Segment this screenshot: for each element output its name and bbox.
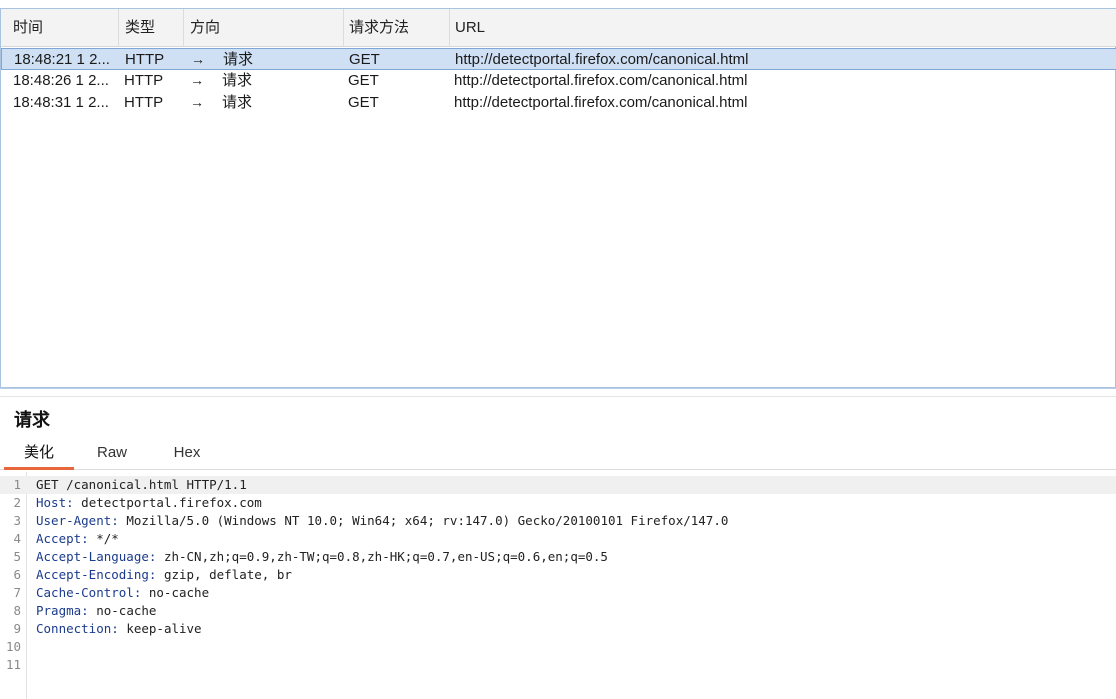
line-number: 1 [13, 477, 21, 492]
detail-tabs: 美化 Raw Hex [0, 440, 1116, 470]
cell-url: http://detectportal.firefox.com/canonica… [454, 94, 748, 111]
header-value: no-cache [141, 585, 210, 600]
header-value: zh-CN,zh;q=0.9,zh-TW;q=0.8,zh-HK;q=0.7,e… [156, 549, 608, 564]
code-line[interactable]: 10 [0, 638, 1116, 656]
code-line[interactable]: 4 Accept: */* [0, 530, 1116, 548]
column-header-method[interactable]: 请求方法 [344, 9, 450, 47]
cell-type: HTTP [124, 94, 164, 111]
direction-label: 请求 [222, 94, 253, 111]
header-value: no-cache [88, 603, 157, 618]
table-row[interactable]: 18:48:21 1 2... HTTP → 请求 GET http://dete… [1, 48, 1116, 70]
table-row[interactable]: 18:48:26 1 2... HTTP → 请求 GET http://dete… [1, 70, 1116, 92]
detail-title: 请求 [14, 410, 50, 430]
tab-pretty[interactable]: 美化 [4, 440, 74, 470]
header-key: Cache-Control: [36, 585, 142, 600]
arrow-right-icon: → [190, 94, 204, 110]
header-value: */* [88, 531, 119, 546]
tab-raw[interactable]: Raw [84, 440, 140, 468]
cell-time: 18:48:31 1 2... [13, 94, 109, 111]
line-number: 3 [13, 513, 21, 528]
table-body: 18:48:21 1 2... HTTP → 请求 GET http://dete… [1, 48, 1116, 114]
cell-time: 18:48:21 1 2... [14, 51, 110, 68]
header-key: Accept-Language: [36, 549, 157, 564]
table-header: 时间 类型 方向 请求方法 URL [1, 9, 1116, 47]
code-line[interactable]: 9 Connection: keep-alive [0, 620, 1116, 638]
pane-splitter[interactable] [0, 388, 1116, 397]
header-key: Connection: [36, 621, 119, 636]
header-key: Pragma: [36, 603, 89, 618]
direction-label: 请求 [222, 72, 253, 89]
header-key: Accept-Encoding: [36, 567, 157, 582]
code-line[interactable]: 7 Cache-Control: no-cache [0, 584, 1116, 602]
header-value: GET /canonical.html HTTP/1.1 [36, 477, 247, 492]
cell-time: 18:48:26 1 2... [13, 72, 109, 89]
header-key: User-Agent: [36, 513, 119, 528]
line-number: 6 [13, 567, 21, 582]
code-line[interactable]: 3 User-Agent: Mozilla/5.0 (Windows NT 10.… [0, 512, 1116, 530]
line-number: 7 [13, 585, 21, 600]
cell-method: GET [348, 94, 379, 111]
line-number: 2 [13, 495, 21, 510]
cell-method: GET [348, 72, 379, 89]
cell-direction: → 请求 [190, 92, 340, 114]
cell-type: HTTP [124, 72, 164, 89]
line-number: 10 [5, 639, 21, 654]
cell-direction: → 请求 [191, 49, 341, 71]
column-header-url[interactable]: URL [450, 9, 1116, 47]
arrow-right-icon: → [191, 51, 205, 67]
code-line[interactable]: 2 Host: detectportal.firefox.com [0, 494, 1116, 512]
line-number: 4 [13, 531, 21, 546]
line-number: 5 [13, 549, 21, 564]
header-value: gzip, deflate, br [156, 567, 292, 582]
cell-url: http://detectportal.firefox.com/canonica… [454, 72, 748, 89]
cell-url: http://detectportal.firefox.com/canonica… [455, 51, 749, 68]
header-key: Host: [36, 495, 74, 510]
column-header-direction[interactable]: 方向 [184, 9, 344, 47]
cell-method: GET [349, 51, 380, 68]
cell-type: HTTP [125, 51, 165, 68]
table-row[interactable]: 18:48:31 1 2... HTTP → 请求 GET http://dete… [1, 92, 1116, 114]
request-editor[interactable]: 1 GET /canonical.html HTTP/1.1 2 Host: det… [0, 472, 1116, 699]
cell-direction: → 请求 [190, 70, 340, 92]
code-line[interactable]: 6 Accept-Encoding: gzip, deflate, br [0, 566, 1116, 584]
tab-hex[interactable]: Hex [160, 440, 214, 468]
line-number: 8 [13, 603, 21, 618]
arrow-right-icon: → [190, 72, 204, 88]
line-number: 9 [13, 621, 21, 636]
direction-label: 请求 [223, 51, 254, 68]
header-value: Mozilla/5.0 (Windows NT 10.0; Win64; x64… [118, 513, 729, 528]
code-line[interactable]: 11 [0, 656, 1116, 674]
code-line[interactable]: 1 GET /canonical.html HTTP/1.1 [0, 476, 1116, 494]
column-header-time[interactable]: 时间 [1, 9, 119, 47]
header-key: Accept: [36, 531, 89, 546]
header-value: detectportal.firefox.com [73, 495, 262, 510]
request-table: 时间 类型 方向 请求方法 URL 18:48:21 1 2... HTTP →… [0, 8, 1116, 388]
code-line[interactable]: 8 Pragma: no-cache [0, 602, 1116, 620]
header-value: keep-alive [118, 621, 202, 636]
line-number: 11 [5, 657, 21, 672]
code-line[interactable]: 5 Accept-Language: zh-CN,zh;q=0.9,zh-TW;q… [0, 548, 1116, 566]
column-header-type[interactable]: 类型 [119, 9, 184, 47]
